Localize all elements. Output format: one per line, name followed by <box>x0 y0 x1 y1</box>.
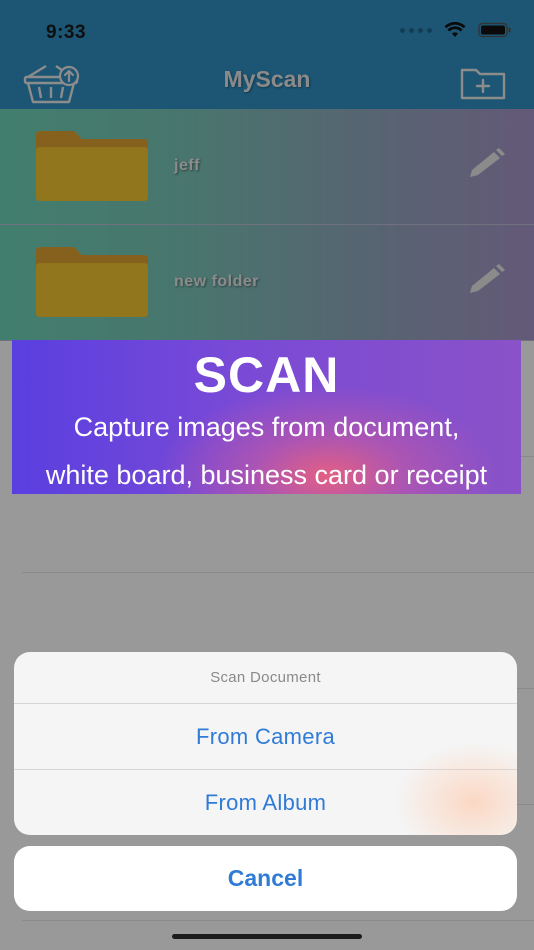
from-camera-button[interactable]: From Camera <box>14 704 517 770</box>
banner-description-line: Capture images from document, <box>73 412 460 442</box>
cancel-button[interactable]: Cancel <box>14 846 517 911</box>
home-indicator[interactable] <box>172 934 362 939</box>
screen: 9:33 MyScan jeff new folder SCAN Capture… <box>0 0 534 950</box>
scan-promo-banner: SCAN Capture images from document, white… <box>12 340 521 494</box>
from-album-button[interactable]: From Album <box>14 770 517 835</box>
banner-description-line: white board, business card or receipt <box>45 460 488 490</box>
scan-action-sheet: Scan Document From Camera From Album <box>14 652 517 835</box>
action-sheet-title: Scan Document <box>210 669 321 686</box>
banner-title: SCAN <box>193 347 340 403</box>
